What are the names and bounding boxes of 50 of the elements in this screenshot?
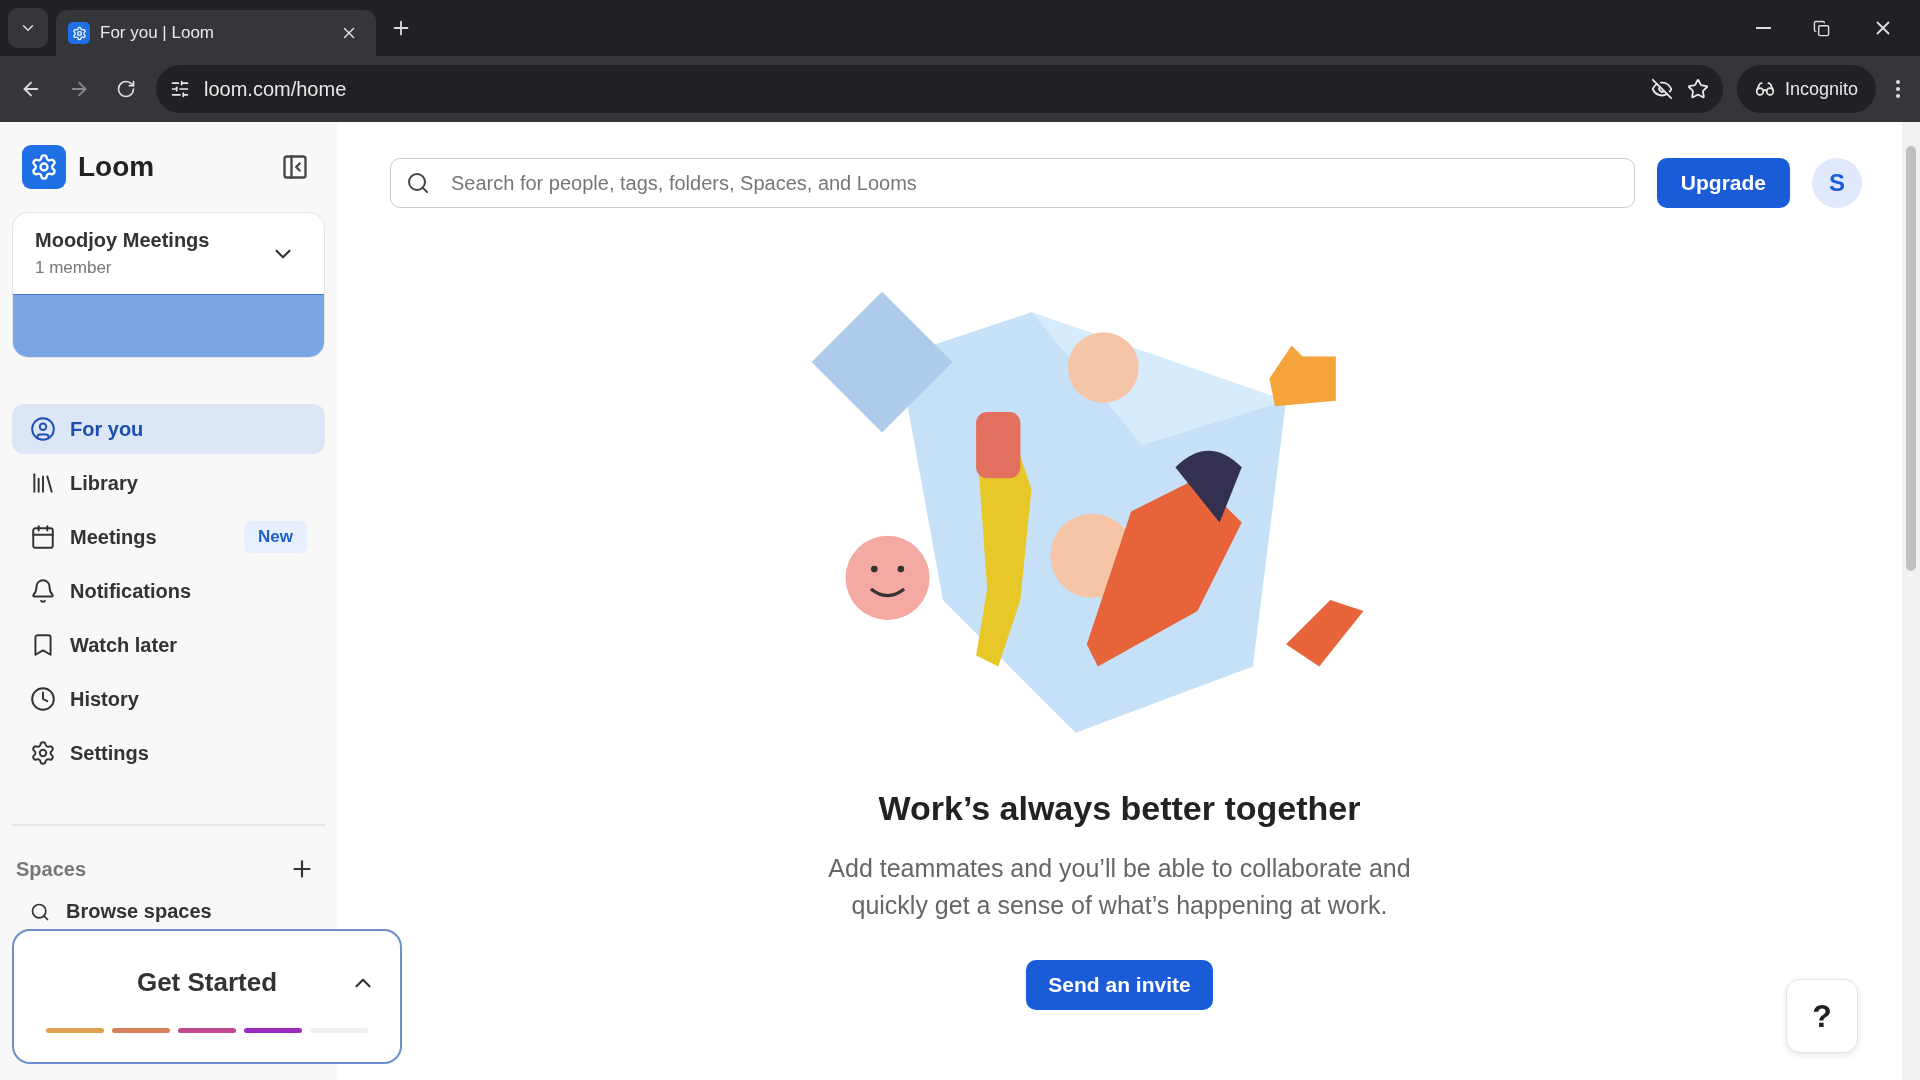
nav-label: Library [70,471,138,495]
user-circle-icon [30,416,56,442]
minimize-icon [1756,27,1771,29]
nav-item[interactable]: Watch later [12,620,325,670]
site-settings-icon[interactable] [170,79,190,99]
nav-label: For you [70,417,144,441]
get-started-title: Get Started [136,967,278,998]
search-field[interactable]: Search for people, tags, folders, Spaces, and Looms [390,158,1635,208]
nav-label: Notifications [70,579,192,603]
settings-icon [30,740,56,766]
browser-tab[interactable]: For you | Loom [56,10,376,56]
tab-title: For you | Loom [100,23,215,43]
calendar-icon [30,524,56,550]
nav-label: Watch later [70,633,178,657]
collapse-sidebar-icon [281,153,309,181]
help-button[interactable]: ? [1786,979,1858,1053]
spaces-heading: Spaces [16,857,87,881]
brand-name: Loom [78,151,155,183]
incognito-chip[interactable]: Incognito [1736,65,1876,113]
user-avatar[interactable]: S [1812,158,1862,208]
search-icon [30,901,50,922]
empty-state-description: Add teammates and you’ll be able to collaborate and quickly get a sense of what’s happening at work. [828,853,1411,921]
nav-item[interactable]: For you [12,404,325,454]
bell-icon [30,578,56,604]
eye-off-icon[interactable] [1650,78,1673,100]
nav-label: History [70,687,139,711]
url-text[interactable]: loom.com/home [204,77,347,101]
send-invite-button[interactable]: Send an invite [1026,960,1213,1010]
reload-icon [116,79,136,99]
workspace-name: Moodjoy Meetings [35,229,210,252]
nav-item[interactable]: Settings [12,728,325,778]
nav-item[interactable]: History [12,674,325,724]
scrollbar-thumb[interactable] [1906,146,1916,571]
incognito-icon [1754,79,1775,99]
browse-spaces-link[interactable]: Browse spaces [66,900,212,923]
incognito-label: Incognito [1784,78,1858,100]
empty-state-title: Work’s always better together [878,789,1361,828]
nav-label: Meetings [70,525,157,549]
clock-icon [30,686,56,712]
nav-item[interactable]: Library [12,458,325,508]
more-vertical-icon [1896,80,1900,98]
upgrade-button[interactable]: Upgrade [1656,158,1790,208]
nav-item[interactable]: Notifications [12,566,325,616]
nav-label: Settings [70,741,149,765]
new-badge: New [244,521,307,553]
bookmark-star-icon[interactable] [1686,78,1709,100]
member-count: 1 member [35,258,113,278]
nav-item[interactable]: Meetings New [12,512,325,562]
library-icon [30,470,56,496]
restore-icon [1813,19,1830,37]
